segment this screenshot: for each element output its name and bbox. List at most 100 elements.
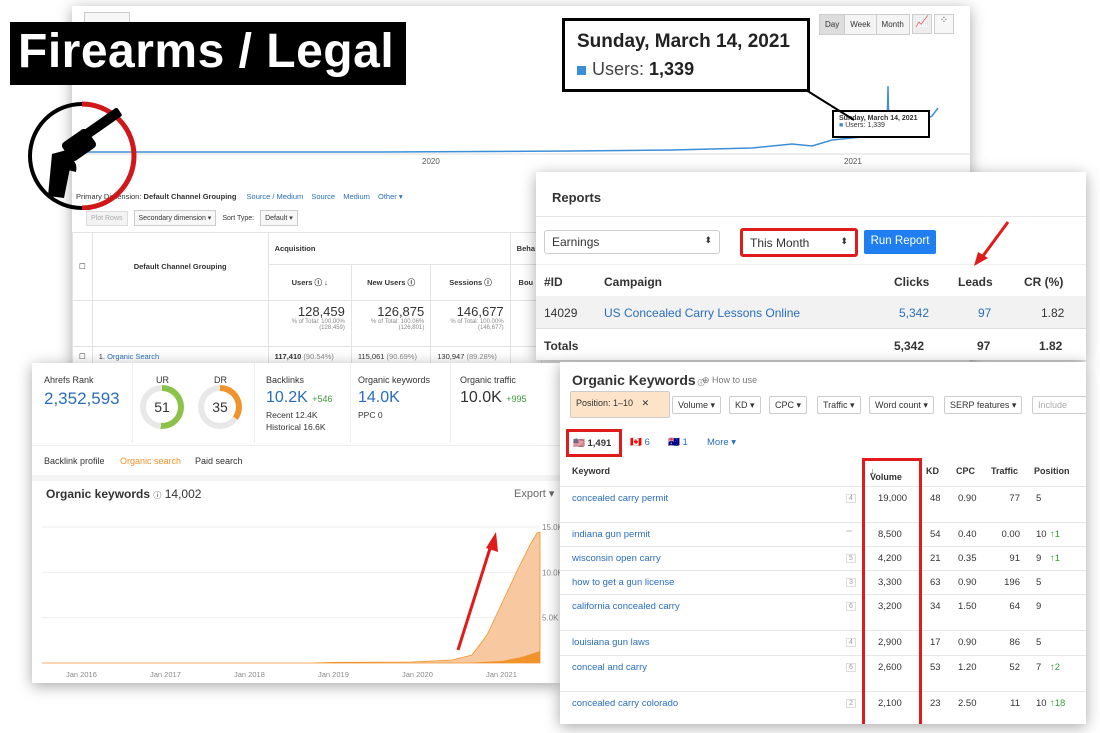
y-tick-label: 10.0K (542, 568, 560, 577)
include-input[interactable]: Include (1032, 396, 1086, 414)
month-button[interactable]: Month (875, 14, 910, 35)
cpc-value: 1.20 (958, 662, 977, 673)
x-tick-label: Jan 2020 (402, 670, 433, 679)
position-value: 9 (1036, 601, 1042, 612)
col-sessions[interactable]: Sessions ⓘ (430, 264, 511, 301)
volume-highlight (862, 458, 922, 724)
motion-chart-icon[interactable]: ⁘ (934, 14, 954, 34)
country-us[interactable]: 🇺🇸 1,491 (566, 429, 622, 457)
serp-count[interactable]: 2 (846, 699, 856, 708)
metric-select[interactable]: Earnings ⬍ (544, 230, 720, 254)
country-ca[interactable]: 🇨🇦 6 (630, 437, 650, 448)
kd-filter[interactable]: KD ▾ (729, 396, 761, 414)
traffic-value: 91 (1009, 553, 1020, 564)
keyword-link[interactable]: california concealed carry (572, 601, 680, 612)
keyword-link[interactable]: indiana gun permit (572, 529, 650, 540)
keywords-header-row: Keyword Volume ↓ KD CPC Traffic Position (572, 466, 1070, 482)
dimension-link[interactable]: Medium (343, 192, 370, 201)
view-toggle: Day Week Month (819, 14, 910, 35)
serp-count[interactable]: 4 (846, 494, 856, 503)
export-button[interactable]: Export ▾ (514, 487, 554, 500)
line-chart-icon[interactable]: 📈 (912, 14, 932, 34)
serp-features-filter[interactable]: SERP features ▾ (944, 396, 1023, 414)
sort-type-label: Sort Type: (222, 214, 255, 222)
country-au[interactable]: 🇦🇺 1 (668, 437, 688, 448)
keyword-link[interactable]: conceal and carry (572, 662, 647, 673)
campaign-link[interactable]: US Concealed Carry Lessons Online (604, 306, 800, 320)
position-value: 5 (1036, 493, 1042, 504)
position-filter-chip[interactable]: Position: 1–10 ✕ (570, 391, 670, 418)
serp-count[interactable] (846, 530, 852, 532)
tab-paid-search[interactable]: Paid search (195, 456, 243, 466)
traffic-value: 11 (1010, 698, 1020, 709)
table-row: wisconsin open carry 5 4,200 21 0.35 91 9 ↑1 (560, 546, 1086, 570)
backlinks-metric: Backlinks 10.2K +546 Recent 12.4K Historica… (266, 375, 333, 432)
traffic-value: 196 (1004, 577, 1020, 588)
totals-row: Totals 5,342 97 1.82 (536, 328, 1086, 360)
cpc-filter[interactable]: CPC ▾ (769, 396, 808, 414)
cpc-value: 1.50 (958, 601, 977, 612)
kd-value: 17 (930, 637, 941, 648)
report-header-row: #ID Campaign Clicks Leads CR (%) (536, 264, 1086, 296)
table-row: concealed carry colorado 2 2,100 23 2.50 11 10… (560, 691, 1086, 715)
red-arrow-leads (974, 221, 1010, 266)
x-tick-label: Jan 2016 (66, 670, 97, 679)
gun-icon (28, 101, 137, 210)
dimension-active[interactable]: Default Channel Grouping (144, 192, 237, 201)
serp-count[interactable]: 6 (846, 602, 856, 611)
table-row: how to get a gun license 3 3,300 63 0.90 196 5 (560, 570, 1086, 594)
cpc-value: 0.90 (958, 577, 977, 588)
keywords-title: Organic Keywords ⓘ (572, 372, 705, 388)
cpc-value: 0.90 (958, 493, 977, 504)
y-tick-label: 15.0K (542, 523, 560, 532)
dimension-link[interactable]: Source / Medium (247, 192, 304, 201)
run-report-button[interactable]: Run Report (864, 230, 936, 254)
serp-count[interactable]: 6 (846, 663, 856, 672)
tab-backlink-profile[interactable]: Backlink profile (44, 456, 105, 466)
serp-count[interactable]: 4 (846, 638, 856, 647)
total-users: 128,459% of Total: 100.00% (128,459) (267, 300, 352, 347)
organic-keywords-metric: Organic keywords 14.0K PPC 0 (358, 375, 431, 420)
dimension-link[interactable]: Other (378, 192, 397, 201)
volume-filter[interactable]: Volume ▾ (672, 396, 722, 414)
table-row: conceal and carry 6 2,600 53 1.20 52 7 ↑2 (560, 655, 1086, 679)
cpc-value: 0.90 (958, 637, 977, 648)
serp-count[interactable]: 5 (846, 554, 856, 563)
table-controls: Plot Rows Secondary dimension ▾ Sort Typ… (86, 210, 298, 226)
select-all-checkbox[interactable]: ☐ (72, 232, 93, 301)
col-new-users[interactable]: New Users ⓘ (350, 264, 432, 301)
plot-rows-button[interactable]: Plot Rows (86, 210, 128, 226)
word-count-filter[interactable]: Word count ▾ (869, 396, 934, 414)
position-value: 10 (1036, 698, 1047, 709)
keyword-link[interactable]: louisiana gun laws (572, 637, 650, 648)
channel-table: ☐ Default Channel Grouping Acquisition B… (72, 232, 543, 366)
organic-search-link[interactable]: Organic Search (107, 352, 159, 361)
keyword-link[interactable]: how to get a gun license (572, 577, 674, 588)
keyword-link[interactable]: concealed carry colorado (572, 698, 678, 709)
how-to-use-link[interactable]: ⊕ How to use (702, 375, 757, 386)
table-row: california concealed carry 6 3,200 34 1.50 64… (560, 594, 1086, 618)
leads-link[interactable]: 97 (978, 306, 991, 320)
sort-type-select[interactable]: Default ▾ (260, 210, 298, 226)
secondary-dimension-select[interactable]: Secondary dimension ▾ (133, 210, 217, 226)
keyword-link[interactable]: wisconsin open carry (572, 553, 661, 564)
clicks-link[interactable]: 5,342 (899, 306, 929, 320)
day-button[interactable]: Day (819, 14, 846, 35)
more-countries-button[interactable]: More ▾ (707, 437, 736, 448)
tab-organic-search[interactable]: Organic search (120, 456, 181, 466)
cpc-value: 0.35 (958, 553, 977, 564)
red-arrow-growth (456, 532, 498, 651)
table-row: indiana gun permit 8,500 54 0.40 0.00 10 ↑1 (560, 522, 1086, 546)
col-channel-grouping: Default Channel Grouping (91, 232, 269, 301)
serp-count[interactable]: 3 (846, 578, 856, 587)
period-select[interactable]: This Month ⬍ (740, 228, 858, 257)
kd-value: 23 (930, 698, 941, 709)
week-button[interactable]: Week (844, 14, 877, 35)
traffic-filter[interactable]: Traffic ▾ (817, 396, 861, 414)
kd-value: 21 (930, 553, 941, 564)
keyword-link[interactable]: concealed carry permit (572, 493, 668, 504)
kd-value: 53 (930, 662, 941, 673)
total-sessions: 146,677% of Total: 100.00% (146,677) (430, 300, 511, 347)
dimension-link[interactable]: Source (311, 192, 335, 201)
col-users[interactable]: Users ⓘ ↓ (267, 264, 352, 301)
